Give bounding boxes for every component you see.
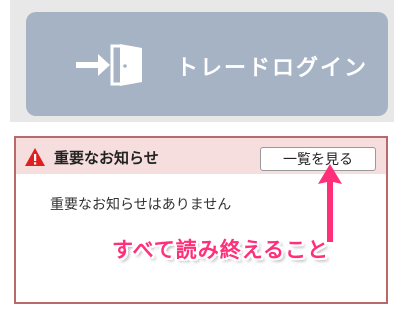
important-notice-panel: 重要なお知らせ 一覧を見る 重要なお知らせはありません すべて読み終えること — [14, 136, 388, 304]
login-section: トレードログイン — [10, 0, 394, 122]
trade-login-label: トレードログイン — [176, 56, 369, 81]
warning-icon — [25, 148, 45, 166]
notice-empty-message: 重要なお知らせはありません — [50, 197, 232, 213]
annotation-text: すべて読み終えること — [112, 238, 330, 262]
door-enter-icon — [76, 44, 142, 86]
notice-title: 重要なお知らせ — [54, 149, 159, 167]
page: トレードログイン 重要なお知らせ 一覧を見る 重要なお知らせはありません すべて… — [0, 0, 400, 311]
trade-login-button[interactable]: トレードログイン — [26, 12, 388, 116]
arrow-up-icon — [318, 164, 342, 242]
